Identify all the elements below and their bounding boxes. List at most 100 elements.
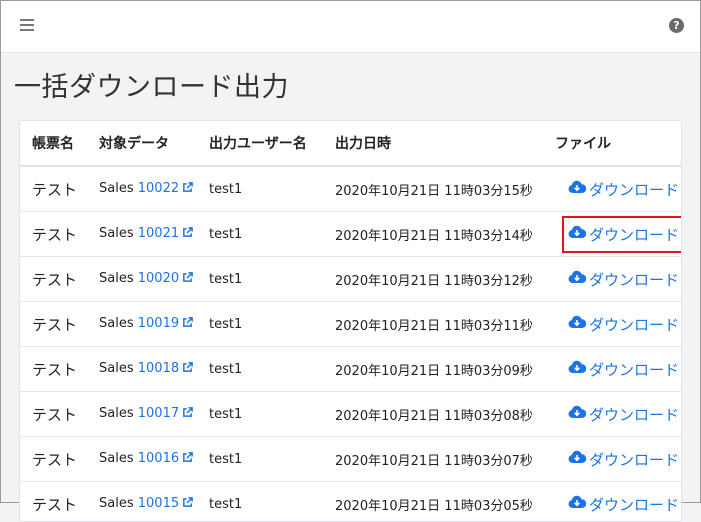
target-data-id: 10020 xyxy=(138,271,179,286)
download-link[interactable]: ダウンロード xyxy=(562,486,682,522)
table-row: テストSales 10020test12020年10月21日 11時03分12秒… xyxy=(20,257,681,302)
cloud-download-icon xyxy=(568,225,589,243)
target-data-id: 10021 xyxy=(138,226,179,241)
output-datetime-cell: 2020年10月21日 11時03分05秒 xyxy=(335,482,555,522)
external-link-icon xyxy=(182,317,193,332)
cloud-download-icon xyxy=(568,315,589,333)
target-data-link[interactable]: 10016 xyxy=(138,451,193,466)
target-data-link[interactable]: 10018 xyxy=(138,361,193,376)
target-data-link[interactable]: 10021 xyxy=(138,226,193,241)
page-title: 一括ダウンロード出力 xyxy=(14,65,289,104)
output-user-cell: test1 xyxy=(209,166,335,212)
target-data-prefix: Sales xyxy=(99,451,134,466)
form-name-cell: テスト xyxy=(20,392,99,437)
form-name-cell: テスト xyxy=(20,166,99,212)
output-user-cell: test1 xyxy=(209,257,335,302)
download-label: ダウンロード xyxy=(589,494,679,515)
column-header-target-data: 対象データ xyxy=(99,121,209,166)
target-data-cell: Sales 10016 xyxy=(99,437,209,482)
target-data-cell: Sales 10018 xyxy=(99,347,209,392)
download-link[interactable]: ダウンロード xyxy=(562,396,682,433)
download-link[interactable]: ダウンロード xyxy=(562,351,682,388)
target-data-prefix: Sales xyxy=(99,406,134,421)
file-cell: ダウンロード xyxy=(555,347,681,392)
table-row: テストSales 10021test12020年10月21日 11時03分14秒… xyxy=(20,212,681,257)
file-cell: ダウンロード xyxy=(555,212,681,257)
form-name-cell: テスト xyxy=(20,482,99,522)
file-cell: ダウンロード xyxy=(555,482,681,522)
output-datetime-cell: 2020年10月21日 11時03分07秒 xyxy=(335,437,555,482)
form-name-cell: テスト xyxy=(20,302,99,347)
download-label: ダウンロード xyxy=(589,314,679,335)
cloud-download-icon xyxy=(568,450,589,468)
download-link[interactable]: ダウンロード xyxy=(562,216,682,253)
help-icon[interactable]: ? xyxy=(669,18,684,33)
table-row: テストSales 10018test12020年10月21日 11時03分09秒… xyxy=(20,347,681,392)
output-datetime-cell: 2020年10月21日 11時03分12秒 xyxy=(335,257,555,302)
target-data-cell: Sales 10020 xyxy=(99,257,209,302)
external-link-icon xyxy=(182,362,193,377)
output-user-cell: test1 xyxy=(209,392,335,437)
table-row: テストSales 10016test12020年10月21日 11時03分07秒… xyxy=(20,437,681,482)
download-table: 帳票名 対象データ 出力ユーザー名 出力日時 ファイル テストSales 100… xyxy=(20,121,681,522)
target-data-link[interactable]: 10017 xyxy=(138,406,193,421)
download-label: ダウンロード xyxy=(589,449,679,470)
output-user-cell: test1 xyxy=(209,482,335,522)
table-row: テストSales 10019test12020年10月21日 11時03分11秒… xyxy=(20,302,681,347)
output-user-cell: test1 xyxy=(209,302,335,347)
table-row: テストSales 10017test12020年10月21日 11時03分08秒… xyxy=(20,392,681,437)
external-link-icon xyxy=(182,497,193,512)
output-datetime-cell: 2020年10月21日 11時03分08秒 xyxy=(335,392,555,437)
external-link-icon xyxy=(182,272,193,287)
hamburger-icon[interactable] xyxy=(20,19,34,32)
table-row: テストSales 10022test12020年10月21日 11時03分15秒… xyxy=(20,166,681,212)
cloud-download-icon xyxy=(568,360,589,378)
target-data-cell: Sales 10019 xyxy=(99,302,209,347)
target-data-prefix: Sales xyxy=(99,496,134,511)
top-bar: ? xyxy=(1,1,700,53)
output-datetime-cell: 2020年10月21日 11時03分09秒 xyxy=(335,347,555,392)
download-list-card: 帳票名 対象データ 出力ユーザー名 出力日時 ファイル テストSales 100… xyxy=(19,120,682,522)
download-link[interactable]: ダウンロード xyxy=(562,261,682,298)
target-data-link[interactable]: 10015 xyxy=(138,496,193,511)
output-datetime-cell: 2020年10月21日 11時03分15秒 xyxy=(335,166,555,212)
download-link[interactable]: ダウンロード xyxy=(562,441,682,478)
target-data-id: 10018 xyxy=(138,361,179,376)
file-cell: ダウンロード xyxy=(555,437,681,482)
target-data-link[interactable]: 10019 xyxy=(138,316,193,331)
column-header-output-datetime: 出力日時 xyxy=(335,121,555,166)
table-header-row: 帳票名 対象データ 出力ユーザー名 出力日時 ファイル xyxy=(20,121,681,166)
target-data-cell: Sales 10015 xyxy=(99,482,209,522)
download-link[interactable]: ダウンロード xyxy=(562,306,682,343)
target-data-id: 10022 xyxy=(138,181,179,196)
target-data-link[interactable]: 10020 xyxy=(138,271,193,286)
target-data-id: 10019 xyxy=(138,316,179,331)
column-header-file: ファイル xyxy=(555,121,681,166)
target-data-cell: Sales 10022 xyxy=(99,166,209,212)
target-data-link[interactable]: 10022 xyxy=(138,181,193,196)
file-cell: ダウンロード xyxy=(555,302,681,347)
target-data-prefix: Sales xyxy=(99,271,134,286)
download-link[interactable]: ダウンロード xyxy=(562,171,682,208)
external-link-icon xyxy=(182,407,193,422)
external-link-icon xyxy=(182,452,193,467)
external-link-icon xyxy=(182,227,193,242)
output-datetime-cell: 2020年10月21日 11時03分14秒 xyxy=(335,212,555,257)
file-cell: ダウンロード xyxy=(555,257,681,302)
output-datetime-cell: 2020年10月21日 11時03分11秒 xyxy=(335,302,555,347)
target-data-id: 10016 xyxy=(138,451,179,466)
output-user-cell: test1 xyxy=(209,347,335,392)
form-name-cell: テスト xyxy=(20,347,99,392)
target-data-cell: Sales 10017 xyxy=(99,392,209,437)
target-data-prefix: Sales xyxy=(99,226,134,241)
cloud-download-icon xyxy=(568,495,589,513)
cloud-download-icon xyxy=(568,180,589,198)
target-data-prefix: Sales xyxy=(99,181,134,196)
table-row: テストSales 10015test12020年10月21日 11時03分05秒… xyxy=(20,482,681,522)
output-user-cell: test1 xyxy=(209,437,335,482)
download-label: ダウンロード xyxy=(589,404,679,425)
output-user-cell: test1 xyxy=(209,212,335,257)
column-header-form-name: 帳票名 xyxy=(20,121,99,166)
download-label: ダウンロード xyxy=(589,359,679,380)
download-label: ダウンロード xyxy=(589,224,679,245)
